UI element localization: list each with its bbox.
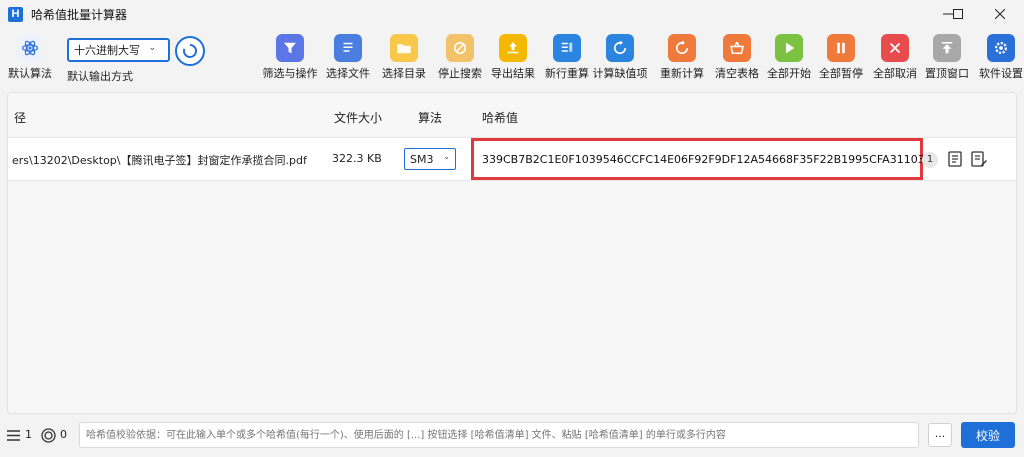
title-bar: H 哈希值批量计算器 — [0, 0, 1024, 28]
close-window-button[interactable] — [980, 0, 1020, 28]
table-row[interactable]: ers\13202\Desktop\【腾讯电子签】封窗定作承揽合同.pdf 32… — [8, 137, 1016, 181]
export-icon — [499, 34, 527, 62]
more-button[interactable]: ... — [928, 423, 952, 447]
toolbar-new-row-button[interactable]: 新行重算 — [537, 34, 597, 86]
verify-input[interactable] — [79, 422, 919, 448]
maximize-button[interactable] — [938, 0, 978, 28]
toolbar-gear-button[interactable]: 软件设置 — [971, 34, 1024, 86]
folder-icon — [390, 34, 418, 62]
row-size: 322.3 KB — [332, 152, 382, 165]
hash-text: 339CB7B2C1E0F1039546CCFC14E06F92F9DF12A5… — [482, 152, 932, 166]
close-icon — [995, 9, 1005, 19]
list-count: 1 — [25, 428, 32, 441]
filter-icon — [276, 34, 304, 62]
output-format-select[interactable]: 十六进制大写 ⌄ — [67, 38, 170, 62]
header-algo[interactable]: 算法 — [418, 109, 442, 126]
header-path[interactable]: 径 — [14, 109, 26, 126]
toolbar-button-label: 全部取消 — [873, 67, 917, 80]
chevron-down-icon: ⌄ — [443, 152, 450, 161]
toolbar-recalc-button[interactable]: 重新计算 — [652, 34, 712, 86]
toolbar-close-button[interactable]: 全部取消 — [865, 34, 925, 86]
output-format-label: 默认输出方式 — [67, 70, 133, 83]
row-algo-value: SM3 — [410, 152, 434, 166]
document-edit-icon[interactable] — [970, 150, 988, 168]
row-count-badge: 1 — [922, 152, 938, 168]
toolbar-play-button[interactable]: 全部开始 — [759, 34, 819, 86]
toolbar-button-label: 清空表格 — [715, 67, 759, 80]
toolbar-button-label: 计算缺值项 — [592, 67, 648, 80]
target-count: 0 — [60, 428, 67, 441]
chevron-down-icon: ⌄ — [148, 43, 156, 53]
toolbar-basket-button[interactable]: 清空表格 — [707, 34, 767, 86]
row-algo-select[interactable]: SM3 ⌄ — [404, 148, 456, 170]
toolbar-button-label: 导出结果 — [491, 67, 535, 80]
gear-icon — [987, 34, 1015, 62]
toolbar-button-label: 新行重算 — [545, 67, 589, 80]
basket-icon — [723, 34, 751, 62]
toolbar-button-label: 软件设置 — [979, 67, 1023, 80]
verify-button[interactable]: 校验 — [961, 422, 1015, 448]
toolbar-button-label: 选择文件 — [326, 67, 370, 80]
play-icon — [775, 34, 803, 62]
toolbar-button-label: 置顶窗口 — [925, 67, 969, 80]
toolbar-button-label: 选择目录 — [382, 67, 426, 80]
refresh-icon — [183, 44, 197, 58]
maximize-icon — [953, 9, 963, 19]
toolbar-button-label: 停止搜索 — [438, 67, 482, 80]
recalc-icon — [668, 34, 696, 62]
toolbar-folder-button[interactable]: 选择目录 — [374, 34, 434, 86]
app-icon: H — [8, 6, 23, 22]
default-algo-label: 默认算法 — [8, 67, 52, 80]
toolbar-button-label: 筛选与操作 — [262, 67, 318, 80]
pin-top-icon — [933, 34, 961, 62]
new-row-icon — [553, 34, 581, 62]
stop-circle-icon — [446, 34, 474, 62]
pause-icon — [827, 34, 855, 62]
toolbar-export-button[interactable]: 导出结果 — [483, 34, 543, 86]
window-title: 哈希值批量计算器 — [31, 7, 128, 22]
row-path: ers\13202\Desktop\【腾讯电子签】封窗定作承揽合同.pdf — [12, 154, 307, 167]
toolbar-recalc-missing-button[interactable]: 计算缺值项 — [590, 34, 650, 86]
document-icon[interactable] — [946, 150, 964, 168]
toolbar-file-list-button[interactable]: 选择文件 — [318, 34, 378, 86]
toolbar-button-label: 重新计算 — [660, 67, 704, 80]
recalc-missing-icon — [606, 34, 634, 62]
toolbar-button-label: 全部暂停 — [819, 67, 863, 80]
list-icon — [7, 430, 20, 441]
refresh-button[interactable] — [175, 36, 205, 66]
header-hash[interactable]: 哈希值 — [482, 109, 518, 126]
toolbar-filter-button[interactable]: 筛选与操作 — [260, 34, 320, 86]
bottom-bar: 1 0 ... 校验 — [0, 418, 1024, 457]
close-icon — [881, 34, 909, 62]
output-format-value: 十六进制大写 — [74, 44, 140, 57]
header-size[interactable]: 文件大小 — [334, 109, 382, 126]
file-table: 径 文件大小 算法 哈希值 ers\13202\Desktop\【腾讯电子签】封… — [7, 92, 1017, 414]
target-icon — [41, 428, 56, 443]
row-hash-value[interactable]: 339CB7B2C1E0F1039546CCFC14E06F92F9DF12A5… — [471, 138, 932, 180]
toolbar-stop-circle-button[interactable]: 停止搜索 — [430, 34, 490, 86]
toolbar-button-label: 全部开始 — [767, 67, 811, 80]
file-list-icon — [334, 34, 362, 62]
default-algo-button[interactable]: 默认算法 — [0, 34, 60, 86]
toolbar-pause-button[interactable]: 全部暂停 — [811, 34, 871, 86]
atom-icon — [16, 34, 44, 62]
toolbar-pin-top-button[interactable]: 置顶窗口 — [917, 34, 977, 86]
